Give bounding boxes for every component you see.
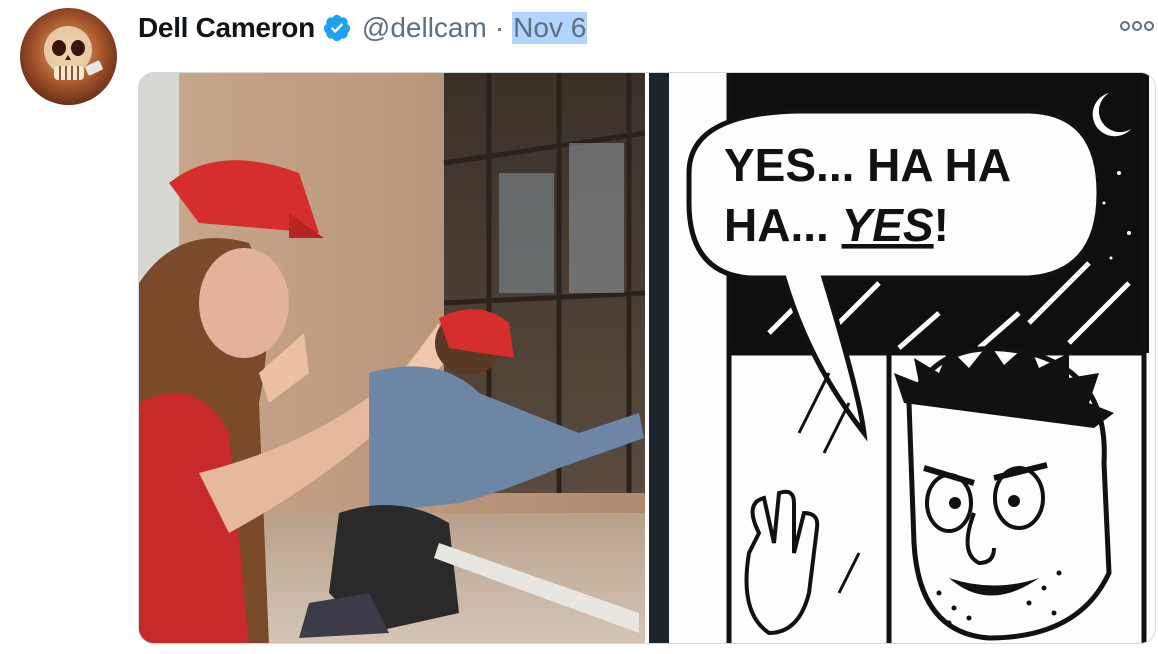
comic-text-line1: YES... HA HA (724, 139, 1011, 191)
header-separator: · (494, 12, 505, 43)
more-options-button[interactable] (1118, 15, 1156, 37)
media-photo-right[interactable]: YES... HA HA HA... YES! (649, 73, 1155, 643)
protest-photo-image (139, 73, 645, 643)
author-handle[interactable]: @dellcam (362, 12, 487, 44)
tweet-media-grid: YES... HA HA HA... YES! (138, 72, 1156, 644)
comic-text-emphasis: YES (842, 199, 934, 251)
author-avatar[interactable] (20, 8, 117, 105)
tweet-header: Dell Cameron @dellcam · Nov 6 (138, 10, 588, 46)
comic-panel-image: YES... HA HA HA... YES! (649, 73, 1155, 643)
tweet-date-link[interactable]: Nov 6 (512, 12, 588, 44)
more-options-icon (1120, 21, 1154, 31)
author-name[interactable]: Dell Cameron (138, 12, 315, 44)
comic-text-line2: HA... YES! (724, 199, 949, 251)
skull-avatar-image (44, 26, 103, 80)
comic-text-suffix: ! (934, 199, 949, 251)
comic-text-prefix: HA... (724, 199, 829, 251)
verified-badge-icon (322, 13, 352, 43)
media-photo-left[interactable] (139, 73, 645, 643)
